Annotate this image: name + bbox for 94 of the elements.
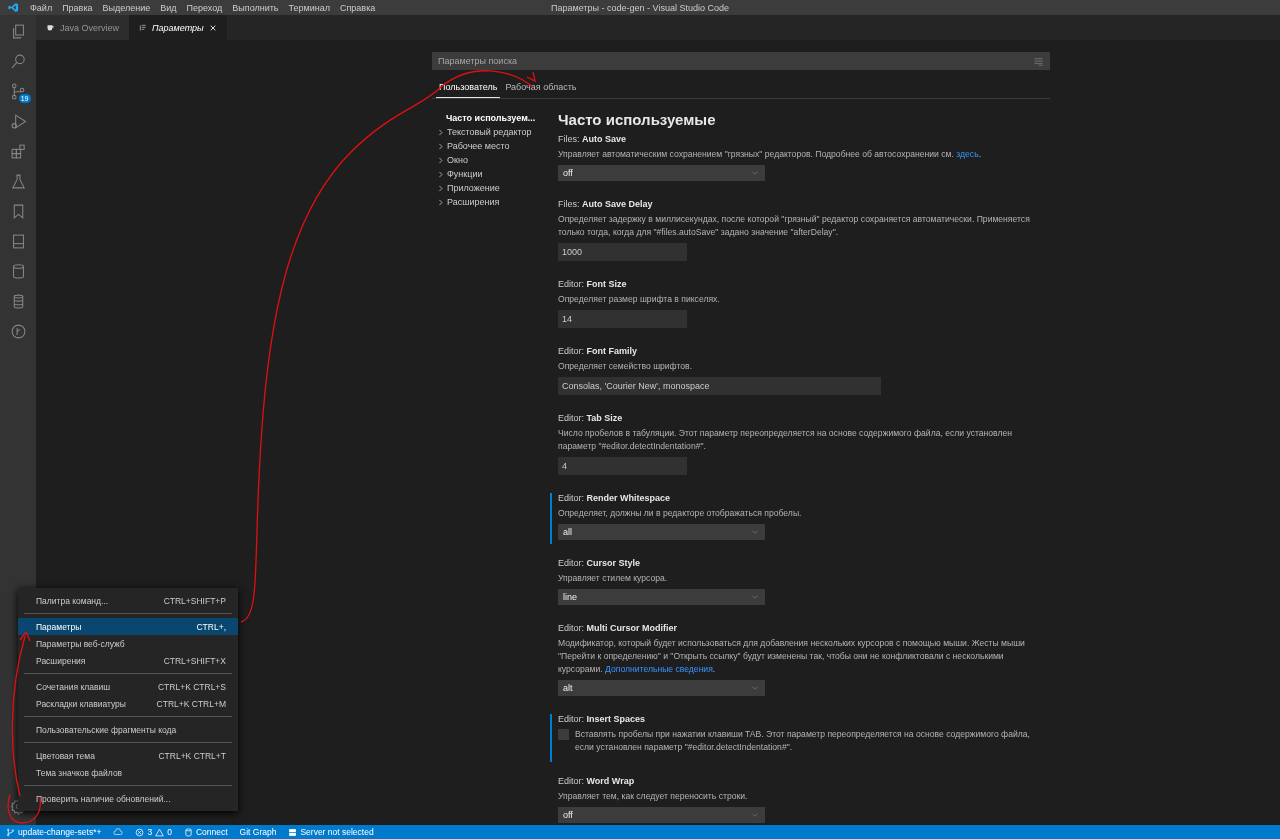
section-heading: Часто используемые (558, 111, 717, 128)
menu-item[interactable]: Выделение (97, 2, 156, 13)
setting-title: Editor: Insert Spaces (558, 714, 647, 724)
setting-description: Модификатор, который будет использоваться для добавления нескольких курсоров с помощью мыши. Жесты мыши "Перейти к определению" и "Открыть ссылку" будут изменены так, чтобы они не конфликтовали с несколькими курсорами. Дополнительные сведения. (558, 637, 1026, 676)
warning-icon (155, 827, 165, 837)
editor-tab[interactable]: Java Overview (36, 15, 130, 40)
setting-title: Editor: Cursor Style (558, 558, 642, 568)
menu-item[interactable]: Палитра команд... CTRL+SHIFT+P (18, 592, 238, 609)
dropdown[interactable]: off (558, 807, 765, 823)
server-icon (288, 827, 298, 837)
toc-item[interactable]: Текстовый редактор (436, 125, 550, 139)
setting-title: Editor: Multi Cursor Modifier (558, 623, 678, 633)
setting-title: Files: Auto Save Delay (558, 199, 654, 209)
link[interactable]: здесь (956, 149, 979, 159)
menu-item[interactable]: Терминал (283, 2, 335, 13)
search-icon[interactable] (9, 53, 27, 70)
setting-title: Files: Auto Save (558, 134, 628, 144)
source-control-icon[interactable] (9, 83, 27, 100)
menu-item[interactable]: Параметры веб-служб (18, 635, 238, 652)
toc-item[interactable]: Приложение (436, 181, 550, 195)
close-icon[interactable] (208, 23, 217, 32)
dropdown[interactable]: all (558, 524, 765, 540)
database-icon (183, 827, 193, 837)
menu-item[interactable]: Справка (334, 2, 381, 13)
input-field[interactable]: 4 (558, 457, 687, 475)
settings-file-icon (139, 23, 148, 32)
input-field[interactable]: 1000 (558, 243, 687, 261)
modified-indicator (550, 714, 552, 762)
search-field[interactable]: Параметры поиска (432, 52, 1050, 70)
dropdown[interactable]: alt (558, 680, 765, 696)
menu-item[interactable]: Раскладки клавиатуры CTRL+K CTRL+M (18, 695, 238, 712)
window-title: Параметры - code-gen - Visual Studio Code (551, 2, 729, 13)
menu-item[interactable]: Файл (25, 2, 58, 13)
menu-item[interactable]: Проверить наличие обновлений... (18, 790, 238, 807)
run-debug-icon[interactable] (9, 113, 27, 130)
menu-item[interactable]: Переход (181, 2, 228, 13)
branch-icon (6, 827, 15, 837)
status-item[interactable]: Server not selected (288, 827, 374, 837)
setting-title: Editor: Font Size (558, 279, 628, 289)
keyboard-shortcut: CTRL+K CTRL+S (157, 681, 226, 692)
extensions-icon[interactable] (9, 143, 27, 160)
status-item[interactable]: Connect (183, 827, 228, 837)
input-field[interactable]: 14 (558, 310, 687, 328)
setting-title: Editor: Font Family (558, 346, 639, 356)
setting-description: Определяет размер шрифта в пикселях. (558, 293, 721, 306)
menu-item[interactable]: Параметры CTRL+, (18, 618, 238, 635)
setting-description: Определяет, должны ли в редакторе отображаться пробелы. (558, 507, 803, 520)
setting-title: Editor: Render Whitespace (558, 493, 672, 503)
toc-item[interactable]: Окно (436, 153, 550, 167)
cup-icon (46, 23, 55, 32)
status-item[interactable]: Git Graph (239, 827, 277, 837)
keyboard-shortcut: CTRL+SHIFT+X (163, 655, 226, 666)
menu-item[interactable]: Сочетания клавиш CTRL+K CTRL+S (18, 678, 238, 695)
modified-indicator (550, 493, 552, 544)
input-field[interactable]: Consolas, 'Courier New', monospace (558, 377, 881, 395)
checkbox[interactable] (558, 729, 569, 740)
setting-description: Вставлять пробелы при нажатии клавиши TAB. Этот параметр переопределяется на основе содержимого файла, если установлен параметр "#editor.detectIndentation#". (575, 728, 1031, 754)
branch-indicator[interactable]: update-change-sets*+ (6, 827, 102, 837)
app-logo-icon (8, 2, 19, 13)
filter-icon[interactable] (1033, 56, 1044, 67)
toc-item[interactable]: Функции (436, 167, 550, 181)
keyboard-shortcut: CTRL+SHIFT+P (163, 595, 226, 606)
toc-item[interactable]: Рабочее место (436, 139, 550, 153)
toc-item[interactable]: Часто используем... (436, 111, 550, 125)
menu-item[interactable]: Расширения CTRL+SHIFT+X (18, 652, 238, 669)
editor-tab[interactable]: Параметры (129, 15, 227, 40)
git-graph-icon[interactable] (9, 323, 27, 340)
menu-item[interactable]: Выполнить (227, 2, 284, 13)
scope-tab[interactable]: Пользователь (436, 79, 501, 98)
setting-description: Число пробелов в табуляции. Этот параметр переопределяется на основе содержимого файла, если установлен параметр "#editor.detectIndentation#". (558, 427, 1014, 453)
menu-item[interactable]: Правка (57, 2, 98, 13)
setting-description: Управляет тем, как следует переносить строки. (558, 790, 749, 803)
setting-description: Управляет стилем курсора. (558, 572, 669, 585)
setting-title: Editor: Word Wrap (558, 776, 636, 786)
scope-tab[interactable]: Рабочая область (502, 79, 580, 98)
flask-icon[interactable] (9, 173, 27, 190)
setting-description: Определяет задержку в миллисекундах, после которой "грязный" редактор сохраняется автоматически. Применяется только тогда, когда для "#files.autoSave" задано значение "afterDelay". (558, 213, 1031, 239)
menu-item[interactable]: Пользовательские фрагменты кода (18, 721, 238, 738)
problems-indicator[interactable]: 3 0 (135, 827, 172, 837)
keyboard-shortcut: CTRL+K CTRL+M (156, 698, 226, 709)
keyboard-shortcut: CTRL+K CTRL+T (158, 750, 226, 761)
setting-description: Определяет семейство шрифтов. (558, 360, 694, 373)
keyboard-shortcut: CTRL+, (196, 621, 226, 632)
link[interactable]: Дополнительные сведения (605, 664, 713, 674)
toc-item[interactable]: Расширения (436, 195, 550, 209)
setting-title: Editor: Tab Size (558, 413, 624, 423)
dropdown[interactable]: line (558, 589, 765, 605)
error-icon (135, 827, 145, 837)
dropdown[interactable]: off (558, 165, 765, 181)
setting-description: Управляет автоматическим сохранением "грязных" редакторов. Подробнее об автосохранении см. здесь. (558, 148, 982, 161)
menu-item[interactable]: Вид (155, 2, 182, 13)
menu-item[interactable]: Цветовая тема CTRL+K CTRL+T (18, 747, 238, 764)
menu-item[interactable]: Тема значков файлов (18, 764, 238, 781)
cloud-sync-icon[interactable] (113, 827, 124, 837)
